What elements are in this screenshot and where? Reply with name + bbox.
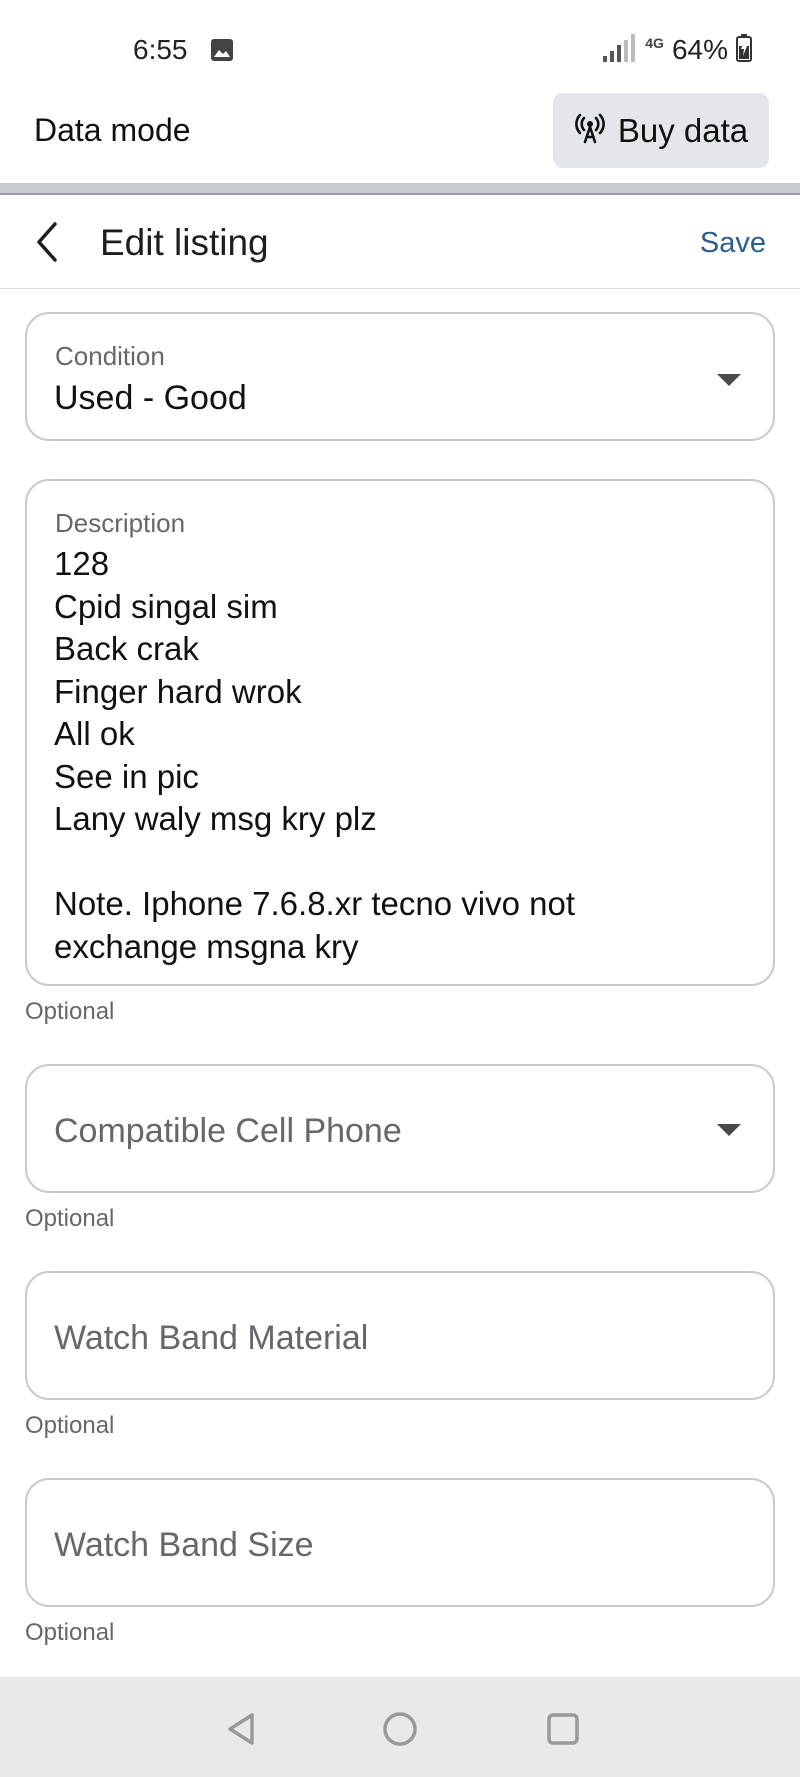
compatible-cell-phone-helper: Optional [25,1205,115,1232]
description-line: 128 [54,545,110,582]
description-line: Finger hard wrok [54,672,302,710]
watch-band-material-placeholder: Watch Band Material [54,1319,369,1357]
description-text[interactable]: 128 Cpid singal sim Back crak Finger har… [54,543,575,968]
chevron-left-icon[interactable] [30,219,70,265]
gallery-icon [210,38,234,62]
save-button[interactable]: Save [700,227,766,260]
battery-percentage: 64% [671,34,728,65]
antenna-icon [574,112,606,149]
description-helper: Optional [25,998,115,1025]
data-mode-label: Data mode [34,112,191,148]
description-label: Description [55,508,186,538]
data-mode-bar: Data mode Buy data [0,90,800,182]
condition-dropdown[interactable]: Condition Used - Good [25,312,775,441]
header: Edit listing Save [0,197,800,289]
description-line: Back crak [54,630,199,667]
buy-data-button[interactable]: Buy data [553,93,769,168]
watch-band-material-field[interactable]: Watch Band Material [25,1271,775,1400]
divider [0,183,800,195]
system-navigation-bar [0,1677,800,1777]
watch-band-size-placeholder: Watch Band Size [54,1526,314,1564]
description-field[interactable]: Description 128 Cpid singal sim Back cra… [25,479,775,986]
condition-label: Condition [55,341,165,371]
condition-value: Used - Good [54,379,247,417]
back-triangle-icon[interactable] [222,1707,266,1751]
caret-down-icon [717,374,741,386]
description-line [54,841,575,884]
buy-data-label: Buy data [617,111,749,149]
status-indicators: 4G 64% [603,30,752,70]
description-line: Cpid singal sim [54,587,278,625]
status-time: 6:55 [133,34,188,65]
caret-down-icon [717,1124,741,1136]
description-line: Note. Iphone 7.6.8.xr tecno vivo not [54,885,575,922]
status-bar: 6:55 4G 64% [0,0,800,90]
description-line: Lany waly msg kry plz [54,800,377,837]
watch-band-size-field[interactable]: Watch Band Size [25,1478,775,1607]
recents-square-icon[interactable] [541,1707,585,1751]
battery-charging-icon [736,33,752,67]
description-line: All ok [54,715,135,752]
compatible-cell-phone-dropdown[interactable]: Compatible Cell Phone [25,1064,775,1193]
description-line: exchange msgna kry [54,927,359,965]
network-type: 4G [645,35,664,51]
watch-band-material-helper: Optional [25,1412,115,1439]
watch-band-size-helper: Optional [25,1619,115,1646]
signal-icon [603,33,637,67]
description-line: See in pic [54,757,199,795]
page-title: Edit listing [100,222,269,263]
compatible-cell-phone-placeholder: Compatible Cell Phone [54,1112,402,1150]
home-circle-icon[interactable] [378,1707,422,1751]
